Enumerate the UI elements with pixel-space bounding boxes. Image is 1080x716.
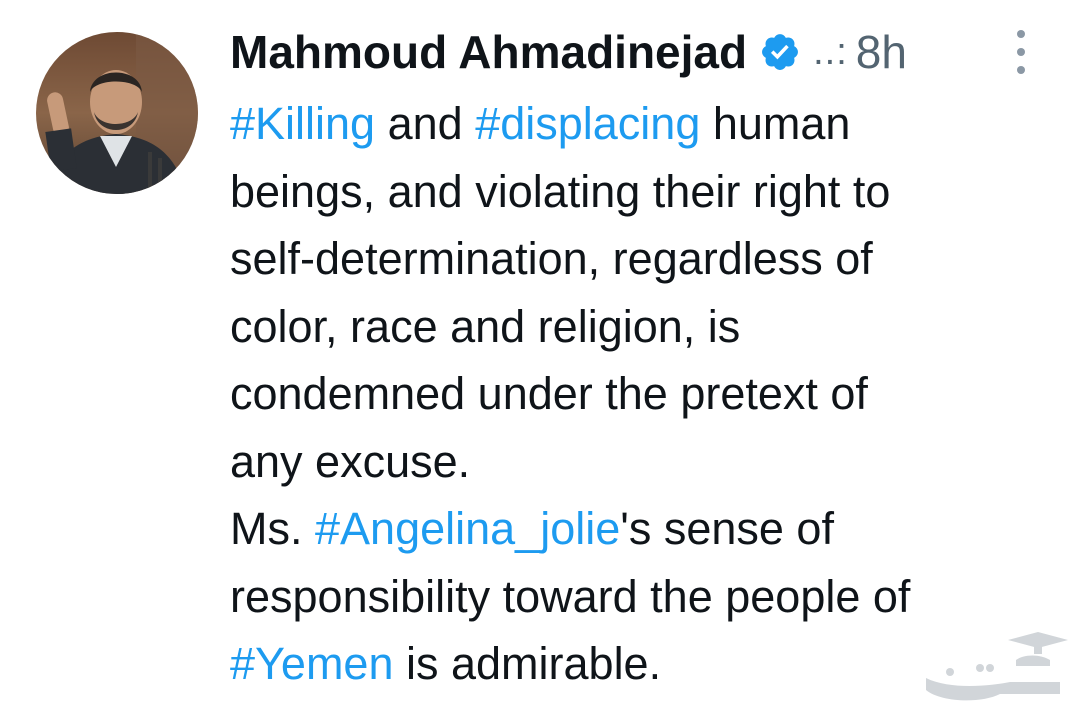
tweet-text-line: color, race and religion, is bbox=[230, 293, 1060, 361]
tweet-text-line: responsibility toward the people of bbox=[230, 563, 1060, 631]
tweet-text-line: any excuse. bbox=[230, 428, 1060, 496]
tweet-text-segment: any excuse. bbox=[230, 435, 471, 487]
tweet-text-line: condemned under the pretext of bbox=[230, 360, 1060, 428]
author-avatar[interactable] bbox=[36, 32, 198, 194]
tweet-timestamp[interactable]: 8h bbox=[856, 25, 907, 79]
tweet-text-segment: condemned under the pretext of bbox=[230, 368, 868, 419]
tweet-text-segment: Ms. bbox=[230, 503, 315, 554]
more-options-icon[interactable] bbox=[1006, 30, 1036, 74]
avatar-photo bbox=[36, 32, 198, 194]
hashtag-link[interactable]: #Angelina_jolie bbox=[315, 503, 620, 554]
tweet-text-segment: is admirable. bbox=[393, 638, 662, 689]
tweet-text-segment: beings, and violating their right to bbox=[230, 165, 891, 217]
author-name[interactable]: Mahmoud Ahmadinejad bbox=[230, 25, 747, 79]
tweet: Mahmoud Ahmadinejad ..: 8h #Killing and … bbox=[0, 0, 1080, 716]
tweet-text-segment: self-determination, regardless of bbox=[230, 233, 873, 284]
tweet-text-line: beings, and violating their right to bbox=[230, 158, 1060, 226]
header-separator: ..: bbox=[813, 30, 848, 73]
hashtag-link[interactable]: #Yemen bbox=[230, 638, 393, 689]
tweet-text-line: #Killing and #displacing human bbox=[230, 90, 1060, 158]
hashtag-link[interactable]: #Killing bbox=[230, 98, 375, 149]
tweet-text-segment: human bbox=[700, 98, 851, 149]
tweet-text: #Killing and #displacing human beings, an… bbox=[230, 90, 1060, 698]
tweet-text-segment: responsibility toward the people of bbox=[230, 570, 911, 622]
verified-badge-icon bbox=[759, 31, 801, 73]
tweet-text-segment: color, race and religion, is bbox=[230, 300, 741, 352]
news-site-watermark-logo bbox=[920, 632, 1070, 710]
hashtag-link[interactable]: #displacing bbox=[475, 98, 700, 149]
tweet-text-segment: 's sense of bbox=[620, 503, 834, 554]
tweet-text-line: Ms. #Angelina_jolie's sense of bbox=[230, 495, 1060, 563]
tweet-text-line: self-determination, regardless of bbox=[230, 225, 1060, 293]
tweet-header: Mahmoud Ahmadinejad ..: 8h bbox=[230, 22, 907, 82]
tweet-text-segment: and bbox=[375, 98, 476, 149]
